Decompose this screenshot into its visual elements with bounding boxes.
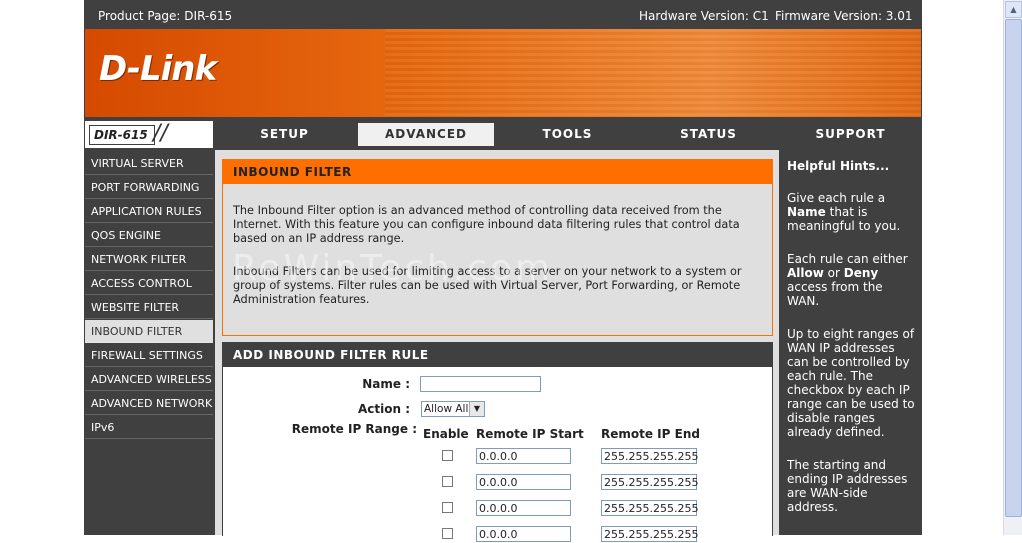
tab-tools[interactable]: TOOLS <box>498 121 637 148</box>
sidebar-item-port-forwarding[interactable]: PORT FORWARDING <box>85 176 213 199</box>
ip-start-input[interactable]: 0.0.0.0 <box>476 500 571 516</box>
hint-addresses: The starting and ending IP addresses are… <box>787 458 908 514</box>
dlink-logo: D-Link <box>99 49 217 89</box>
model-box: DIR-615 // <box>85 121 213 148</box>
product-page-label: Product Page: DIR-615 <box>98 9 233 23</box>
col-end-header: Remote IP End <box>601 427 700 441</box>
sidebar-item-qos-engine[interactable]: QOS ENGINE <box>85 224 213 247</box>
col-enable-header: Enable <box>423 427 469 441</box>
scrollbar-thumb[interactable] <box>1005 19 1022 517</box>
sidebar-item-advanced-wireless[interactable]: ADVANCED WIRELESS <box>85 368 213 391</box>
ip-end-input[interactable]: 255.255.255.255 <box>601 526 698 542</box>
sidebar-item-firewall-settings[interactable]: FIREWALL SETTINGS <box>85 344 213 367</box>
firmware-version-label: Firmware Version: 3.01 <box>775 9 913 23</box>
ip-end-input[interactable]: 255.255.255.255 <box>601 474 698 490</box>
ip-end-input[interactable]: 255.255.255.255 <box>601 448 698 464</box>
scroll-up-icon[interactable]: ▲ <box>1005 1 1022 18</box>
tab-setup[interactable]: SETUP <box>215 121 354 148</box>
ip-start-input[interactable]: 0.0.0.0 <box>476 474 571 490</box>
top-info-bar: Product Page: DIR-615 Hardware Version: … <box>84 3 922 28</box>
hints-title: Helpful Hints... <box>787 159 890 173</box>
sidebar-item-website-filter[interactable]: WEBSITE FILTER <box>85 296 213 319</box>
action-select[interactable]: Allow All ▼ <box>421 401 485 417</box>
tab-advanced[interactable]: ADVANCED <box>356 121 496 148</box>
ip-start-input[interactable]: 0.0.0.0 <box>476 526 571 542</box>
model-tag: DIR-615 <box>89 125 155 145</box>
hint-action: Each rule can either Allow or Deny acces… <box>787 252 908 308</box>
enable-checkbox[interactable] <box>442 502 453 513</box>
tab-status[interactable]: STATUS <box>639 121 778 148</box>
vertical-scrollbar[interactable]: ▲ <box>1003 0 1022 535</box>
sidebar-item-network-filter[interactable]: NETWORK FILTER <box>85 248 213 271</box>
ip-start-input[interactable]: 0.0.0.0 <box>476 448 571 464</box>
sidebar-item-virtual-server[interactable]: VIRTUAL SERVER <box>85 152 213 175</box>
sidebar-item-advanced-network[interactable]: ADVANCED NETWORK <box>85 392 213 415</box>
ip-end-input[interactable]: 255.255.255.255 <box>601 500 698 516</box>
hint-name: Give each rule a Name that is meaningful… <box>787 191 901 233</box>
helpful-hints-panel: Helpful Hints... Give each rule a Name t… <box>780 150 921 535</box>
tab-support[interactable]: SUPPORT <box>780 121 921 148</box>
sidebar-item-inbound-filter[interactable]: INBOUND FILTER <box>85 320 213 343</box>
hardware-version-label: Hardware Version: C1 <box>639 9 769 23</box>
name-label: Name : <box>362 377 410 391</box>
action-label: Action : <box>357 402 410 416</box>
add-rule-title: ADD INBOUND FILTER RULE <box>223 343 772 367</box>
hint-ranges: Up to eight ranges of WAN IP addresses c… <box>787 327 915 439</box>
col-start-header: Remote IP Start <box>476 427 584 441</box>
header-banner: D-Link <box>85 29 921 117</box>
sidebar-item-access-control[interactable]: ACCESS CONTROL <box>85 272 213 295</box>
usage-paragraph: Inbound Filters can be used for limiting… <box>233 265 742 306</box>
enable-checkbox[interactable] <box>442 476 453 487</box>
sidebar-nav: VIRTUAL SERVER PORT FORWARDING APPLICATI… <box>85 152 213 440</box>
sidebar-item-application-rules[interactable]: APPLICATION RULES <box>85 200 213 223</box>
intro-paragraph: The Inbound Filter option is an advanced… <box>233 204 740 245</box>
enable-checkbox[interactable] <box>442 450 453 461</box>
name-input[interactable] <box>420 376 541 392</box>
slash-decoration-icon: // <box>153 121 168 146</box>
sidebar-item-ipv6[interactable]: IPv6 <box>85 416 213 439</box>
inbound-filter-section: INBOUND FILTER The Inbound Filter option… <box>222 159 773 336</box>
chevron-down-icon[interactable]: ▼ <box>469 402 484 416</box>
action-select-value: Allow All <box>424 403 469 415</box>
section-title: INBOUND FILTER <box>223 160 772 184</box>
remote-ip-range-label: Remote IP Range : <box>291 422 417 436</box>
enable-checkbox[interactable] <box>442 528 453 539</box>
